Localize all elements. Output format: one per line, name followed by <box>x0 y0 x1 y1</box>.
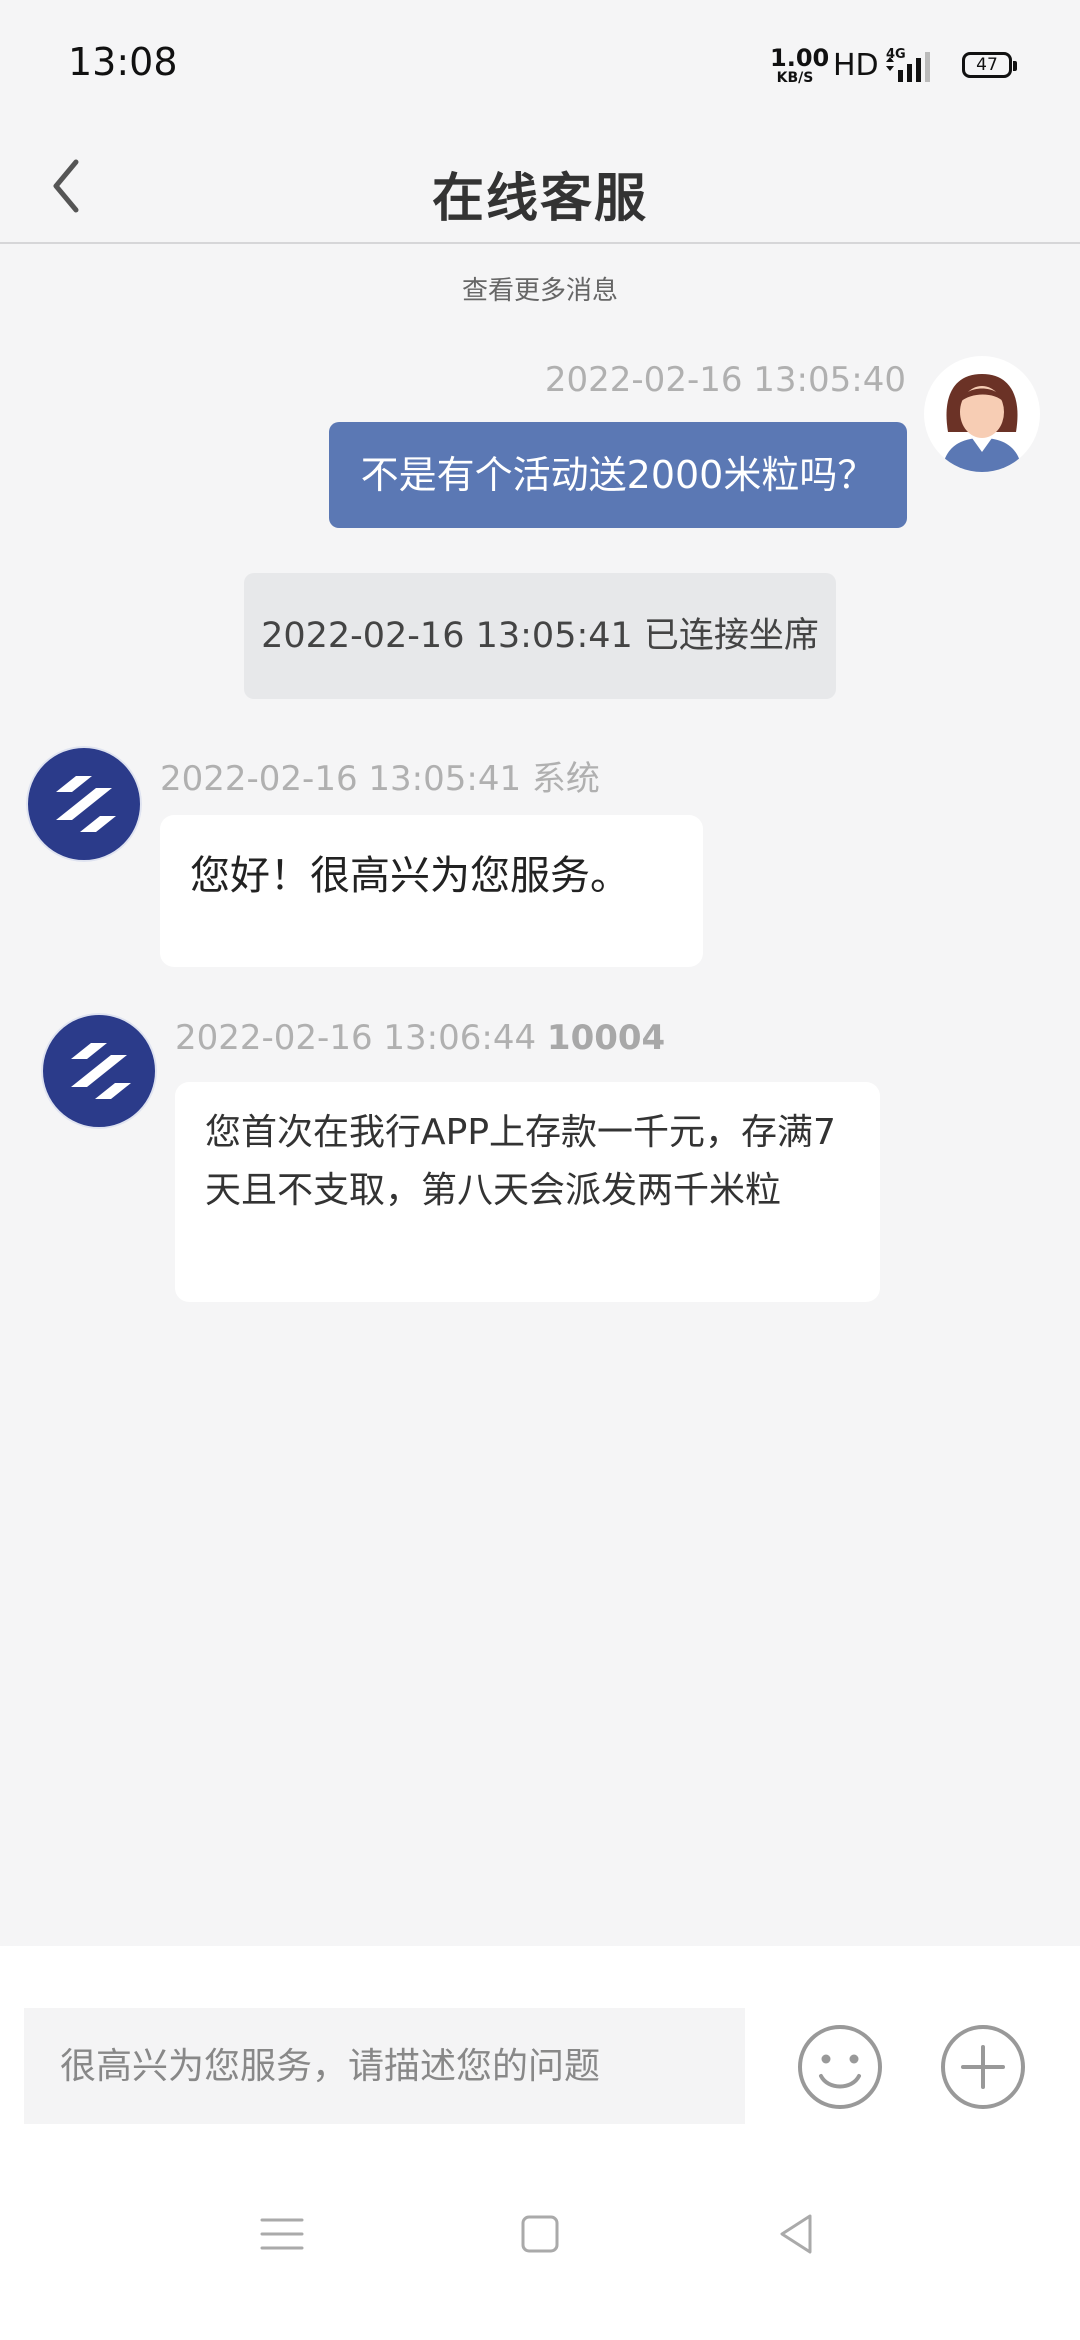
message-timestamp: 2022-02-16 13:05:40 <box>544 360 906 400</box>
network-speed-value: 1.00 <box>770 44 830 72</box>
status-time: 13:08 <box>68 40 178 84</box>
system-nav-bar <box>0 2156 1080 2340</box>
load-more-link[interactable]: 查看更多消息 <box>0 270 1080 307</box>
smiley-icon[interactable] <box>795 2022 885 2112</box>
user-avatar <box>924 356 1040 472</box>
menu-icon[interactable] <box>252 2204 312 2264</box>
agent-avatar <box>26 746 142 862</box>
battery-level: 47 <box>976 55 998 75</box>
message-meta: 2022-02-16 13:06:44 10004 <box>175 1018 665 1058</box>
message-timestamp: 2022-02-16 13:05:41 <box>160 759 522 799</box>
chat-screen: 13:08 1.00 KB/S HD 4G 47 在线客服 查看更多消息 202… <box>0 0 1080 2340</box>
signal-icon: 4G <box>886 47 930 82</box>
hd-label: HD <box>833 48 879 83</box>
status-bar: 13:08 1.00 KB/S HD 4G 47 <box>0 0 1080 130</box>
user-avatar-icon <box>925 357 1039 472</box>
message-sender: 系统 <box>531 759 600 799</box>
page-title: 在线客服 <box>431 169 648 229</box>
back-triangle-icon[interactable] <box>766 2204 826 2264</box>
battery-icon: 47 <box>962 52 1017 78</box>
network-speed-unit: KB/S <box>776 70 814 86</box>
home-icon[interactable] <box>510 2204 570 2264</box>
header: 在线客服 <box>0 130 1080 244</box>
user-message-bubble[interactable]: 不是有个活动送2000米粒吗？ <box>329 422 907 528</box>
bank-logo-icon <box>41 1013 157 1129</box>
agent-message-bubble[interactable]: 您好！很高兴为您服务。 <box>160 815 703 967</box>
bank-logo-icon <box>26 746 142 862</box>
agent-avatar <box>41 1013 157 1129</box>
agent-message-bubble[interactable]: 您首次在我行APP上存款一千元，存满7天且不支取，第八天会派发两千米粒 <box>175 1082 880 1302</box>
connection-notice: 2022-02-16 13:05:41 已连接坐席 <box>244 573 836 699</box>
plus-circle-icon[interactable] <box>938 2022 1028 2112</box>
message-meta: 2022-02-16 13:05:41 系统 <box>160 751 600 800</box>
input-bar <box>0 1946 1080 2156</box>
message-sender: 10004 <box>546 1018 666 1058</box>
message-input[interactable] <box>24 2008 745 2124</box>
message-timestamp: 2022-02-16 13:06:44 <box>175 1018 537 1058</box>
network-speed: 1.00 KB/S <box>770 44 830 86</box>
